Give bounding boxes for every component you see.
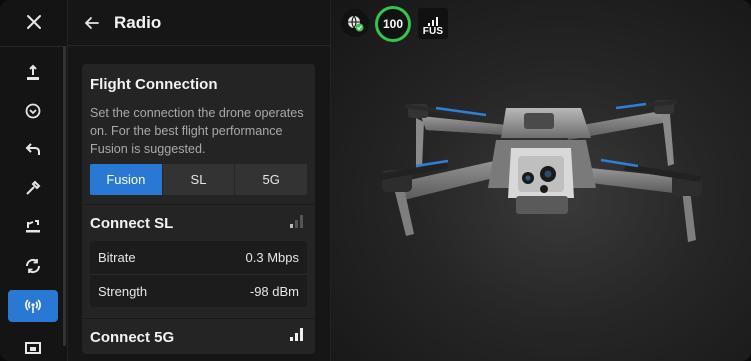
drone-viewport: 100 FUS: [331, 0, 751, 361]
option-fusion[interactable]: Fusion: [90, 164, 162, 195]
flashlight-icon: [26, 180, 41, 195]
signal-bars-icon: [428, 17, 438, 26]
stat-row-bitrate: Bitrate 0.3 Mbps: [90, 241, 307, 274]
stat-label: Bitrate: [98, 250, 136, 265]
arrow-left-icon: [84, 16, 99, 29]
drone-model: [380, 100, 702, 242]
gps-status[interactable]: [341, 9, 369, 37]
return-icon: [25, 143, 40, 155]
section-divider: [82, 204, 315, 205]
settings-panel: Radio Flight Connection Set the connecti…: [68, 0, 331, 361]
radio-settings-card: Flight Connection Set the connection the…: [82, 64, 315, 354]
connect-sl-stats: Bitrate 0.3 Mbps Strength -98 dBm: [90, 241, 307, 307]
section-divider: [82, 318, 315, 319]
close-icon: [27, 15, 41, 29]
sidebar-item-return-home[interactable]: [8, 133, 58, 165]
app-window: Radio Flight Connection Set the connecti…: [0, 0, 751, 361]
connect-sl-title: Connect SL: [90, 215, 174, 232]
sidebar-item-sync[interactable]: [8, 250, 58, 282]
link-mode-label: FUS: [422, 26, 444, 37]
sidebar-item-radio[interactable]: [8, 290, 58, 322]
connection-mode-selector: Fusion SL 5G: [90, 164, 307, 195]
battery-indicator[interactable]: 100: [375, 6, 411, 42]
stat-value: 0.3 Mbps: [245, 250, 299, 265]
globe-check-icon: [348, 15, 364, 32]
display-icon: [25, 342, 41, 354]
sidebar-item-takeoff[interactable]: [8, 57, 58, 89]
sidebar-item-landing[interactable]: [8, 210, 58, 242]
signal-strength-icon: [290, 215, 303, 228]
page-title: Radio: [114, 12, 162, 32]
rail-scrollbar[interactable]: [63, 46, 66, 346]
rail-divider: [0, 46, 68, 47]
sync-icon: [25, 258, 41, 274]
radio-antenna-icon: [25, 299, 41, 313]
sidebar-item-orbit[interactable]: [8, 95, 58, 127]
stat-value: -98 dBm: [249, 283, 299, 299]
sidebar-rail: [0, 0, 68, 361]
takeoff-icon: [27, 64, 39, 80]
connect-5g-title: Connect 5G: [90, 329, 175, 346]
close-button[interactable]: [14, 8, 54, 36]
option-5g[interactable]: 5G: [234, 164, 307, 195]
flight-connection-title: Flight Connection: [90, 76, 218, 93]
option-sl[interactable]: SL: [161, 164, 235, 195]
stat-label: Strength: [98, 283, 148, 299]
orbit-icon: [25, 103, 41, 119]
link-status[interactable]: FUS: [418, 8, 448, 39]
stat-row-strength: Strength -98 dBm: [90, 274, 307, 307]
flight-connection-description: Set the connection the drone operates on…: [90, 106, 304, 156]
panel-header: Radio: [68, 0, 331, 46]
signal-strength-icon: [290, 328, 303, 341]
back-button[interactable]: [78, 9, 106, 37]
sidebar-item-flashlight[interactable]: [8, 172, 58, 204]
sidebar-item-display[interactable]: [8, 330, 58, 361]
battery-value: 100: [382, 17, 404, 31]
landing-icon: [26, 220, 40, 233]
